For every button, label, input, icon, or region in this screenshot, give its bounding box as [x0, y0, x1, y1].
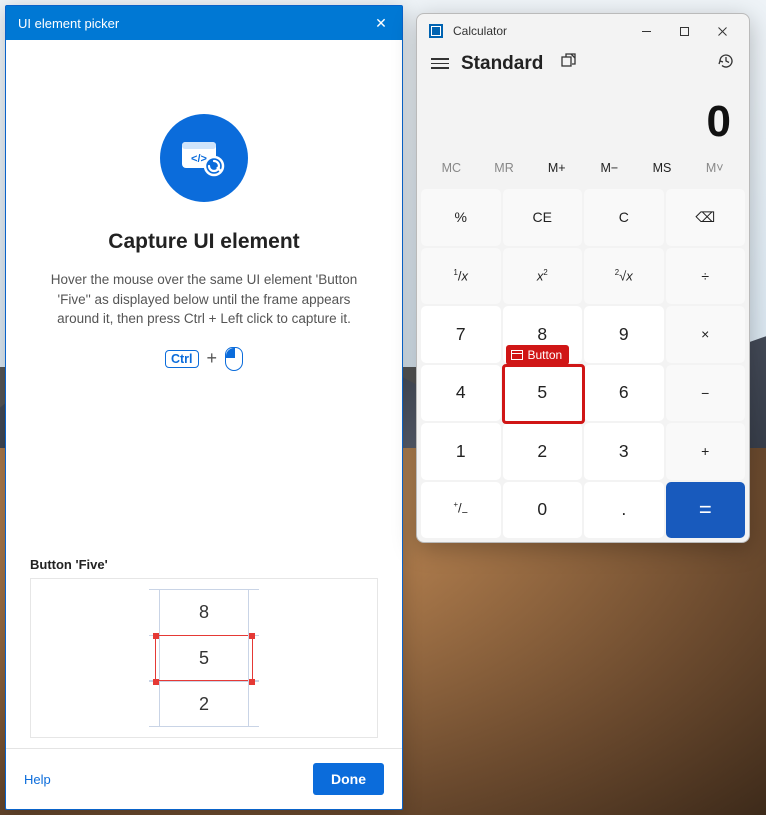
digit-7-button[interactable]: 7 [421, 306, 501, 363]
tooltip-label: Button [528, 348, 563, 362]
clear-entry-button[interactable]: CE [503, 189, 583, 246]
digit-9-button[interactable]: 9 [584, 306, 664, 363]
negate-button[interactable]: +/− [421, 482, 501, 539]
memory-clear-button: MC [425, 155, 478, 181]
maximize-button[interactable] [665, 17, 703, 45]
preview-label: Button 'Five' [30, 557, 378, 572]
picker-title: UI element picker [18, 16, 372, 31]
memory-add-button[interactable]: M+ [530, 155, 583, 181]
multiply-button[interactable]: × [666, 306, 746, 363]
picker-footer: Help Done [6, 748, 402, 809]
backspace-button[interactable]: ⌫ [666, 189, 746, 246]
picker-description: Hover the mouse over the same UI element… [39, 270, 369, 329]
memory-subtract-button[interactable]: M− [583, 155, 636, 181]
history-icon[interactable] [717, 52, 735, 75]
capture-icon: </> [160, 114, 248, 202]
element-tooltip: Button [506, 345, 570, 365]
calculator-titlebar: Calculator [417, 14, 749, 48]
digit-1-button[interactable]: 1 [421, 423, 501, 480]
menu-icon[interactable] [431, 58, 449, 69]
calculator-app-icon [429, 24, 443, 38]
ctrl-key-chip: Ctrl [165, 350, 199, 368]
preview-card: 8 5 2 [30, 578, 378, 738]
equals-button[interactable]: = [666, 482, 746, 539]
picker-titlebar: UI element picker ✕ [6, 6, 402, 40]
clear-button[interactable]: C [584, 189, 664, 246]
mouse-left-click-icon [225, 347, 243, 371]
done-button[interactable]: Done [313, 763, 384, 795]
subtract-button[interactable]: − [666, 365, 746, 422]
preview-section: Button 'Five' 8 5 2 [30, 557, 378, 748]
calculator-window: Calculator Standard 0 MC MR M+ M− MS M˅ … [416, 13, 750, 543]
memory-recall-button: MR [478, 155, 531, 181]
calculator-display: 0 [417, 79, 749, 153]
memory-store-button[interactable]: MS [636, 155, 689, 181]
picker-shortcut-hint: Ctrl + [165, 347, 243, 371]
add-button[interactable]: + [666, 423, 746, 480]
preview-cell-bottom: 2 [149, 681, 259, 727]
decimal-button[interactable]: . [584, 482, 664, 539]
calculator-title: Calculator [453, 24, 627, 38]
percent-button[interactable]: % [421, 189, 501, 246]
window-icon [511, 350, 523, 360]
preview-highlight-box [155, 635, 253, 682]
digit-3-button[interactable]: 3 [584, 423, 664, 480]
memory-row: MC MR M+ M− MS M˅ [417, 153, 749, 187]
reciprocal-button[interactable]: 1/x [421, 248, 501, 305]
ui-element-picker-window: UI element picker ✕ </> Capture UI eleme… [5, 5, 403, 810]
keep-on-top-icon[interactable] [561, 53, 577, 74]
digit-5-button[interactable]: 5 [503, 365, 583, 422]
help-link[interactable]: Help [24, 772, 51, 787]
digit-0-button[interactable]: 0 [503, 482, 583, 539]
picker-heading: Capture UI element [108, 230, 299, 254]
digit-2-button[interactable]: 2 [503, 423, 583, 480]
minimize-button[interactable] [627, 17, 665, 45]
close-button[interactable] [703, 17, 741, 45]
memory-list-button: M˅ [688, 155, 741, 181]
digit-4-button[interactable]: 4 [421, 365, 501, 422]
calculator-header: Standard [417, 48, 749, 79]
plus-icon: + [207, 348, 218, 369]
square-button[interactable]: x2 [503, 248, 583, 305]
divide-button[interactable]: ÷ [666, 248, 746, 305]
preview-cell-top: 8 [149, 589, 259, 635]
mode-label: Standard [461, 53, 543, 75]
close-icon[interactable]: ✕ [372, 15, 390, 32]
picker-body: </> Capture UI element Hover the mouse o… [6, 40, 402, 748]
square-root-button[interactable]: 2√x [584, 248, 664, 305]
calculator-keypad: % CE C ⌫ 1/x x2 2√x ÷ 7 8 9 × 4 5 6 − 1 … [417, 187, 749, 542]
digit-6-button[interactable]: 6 [584, 365, 664, 422]
